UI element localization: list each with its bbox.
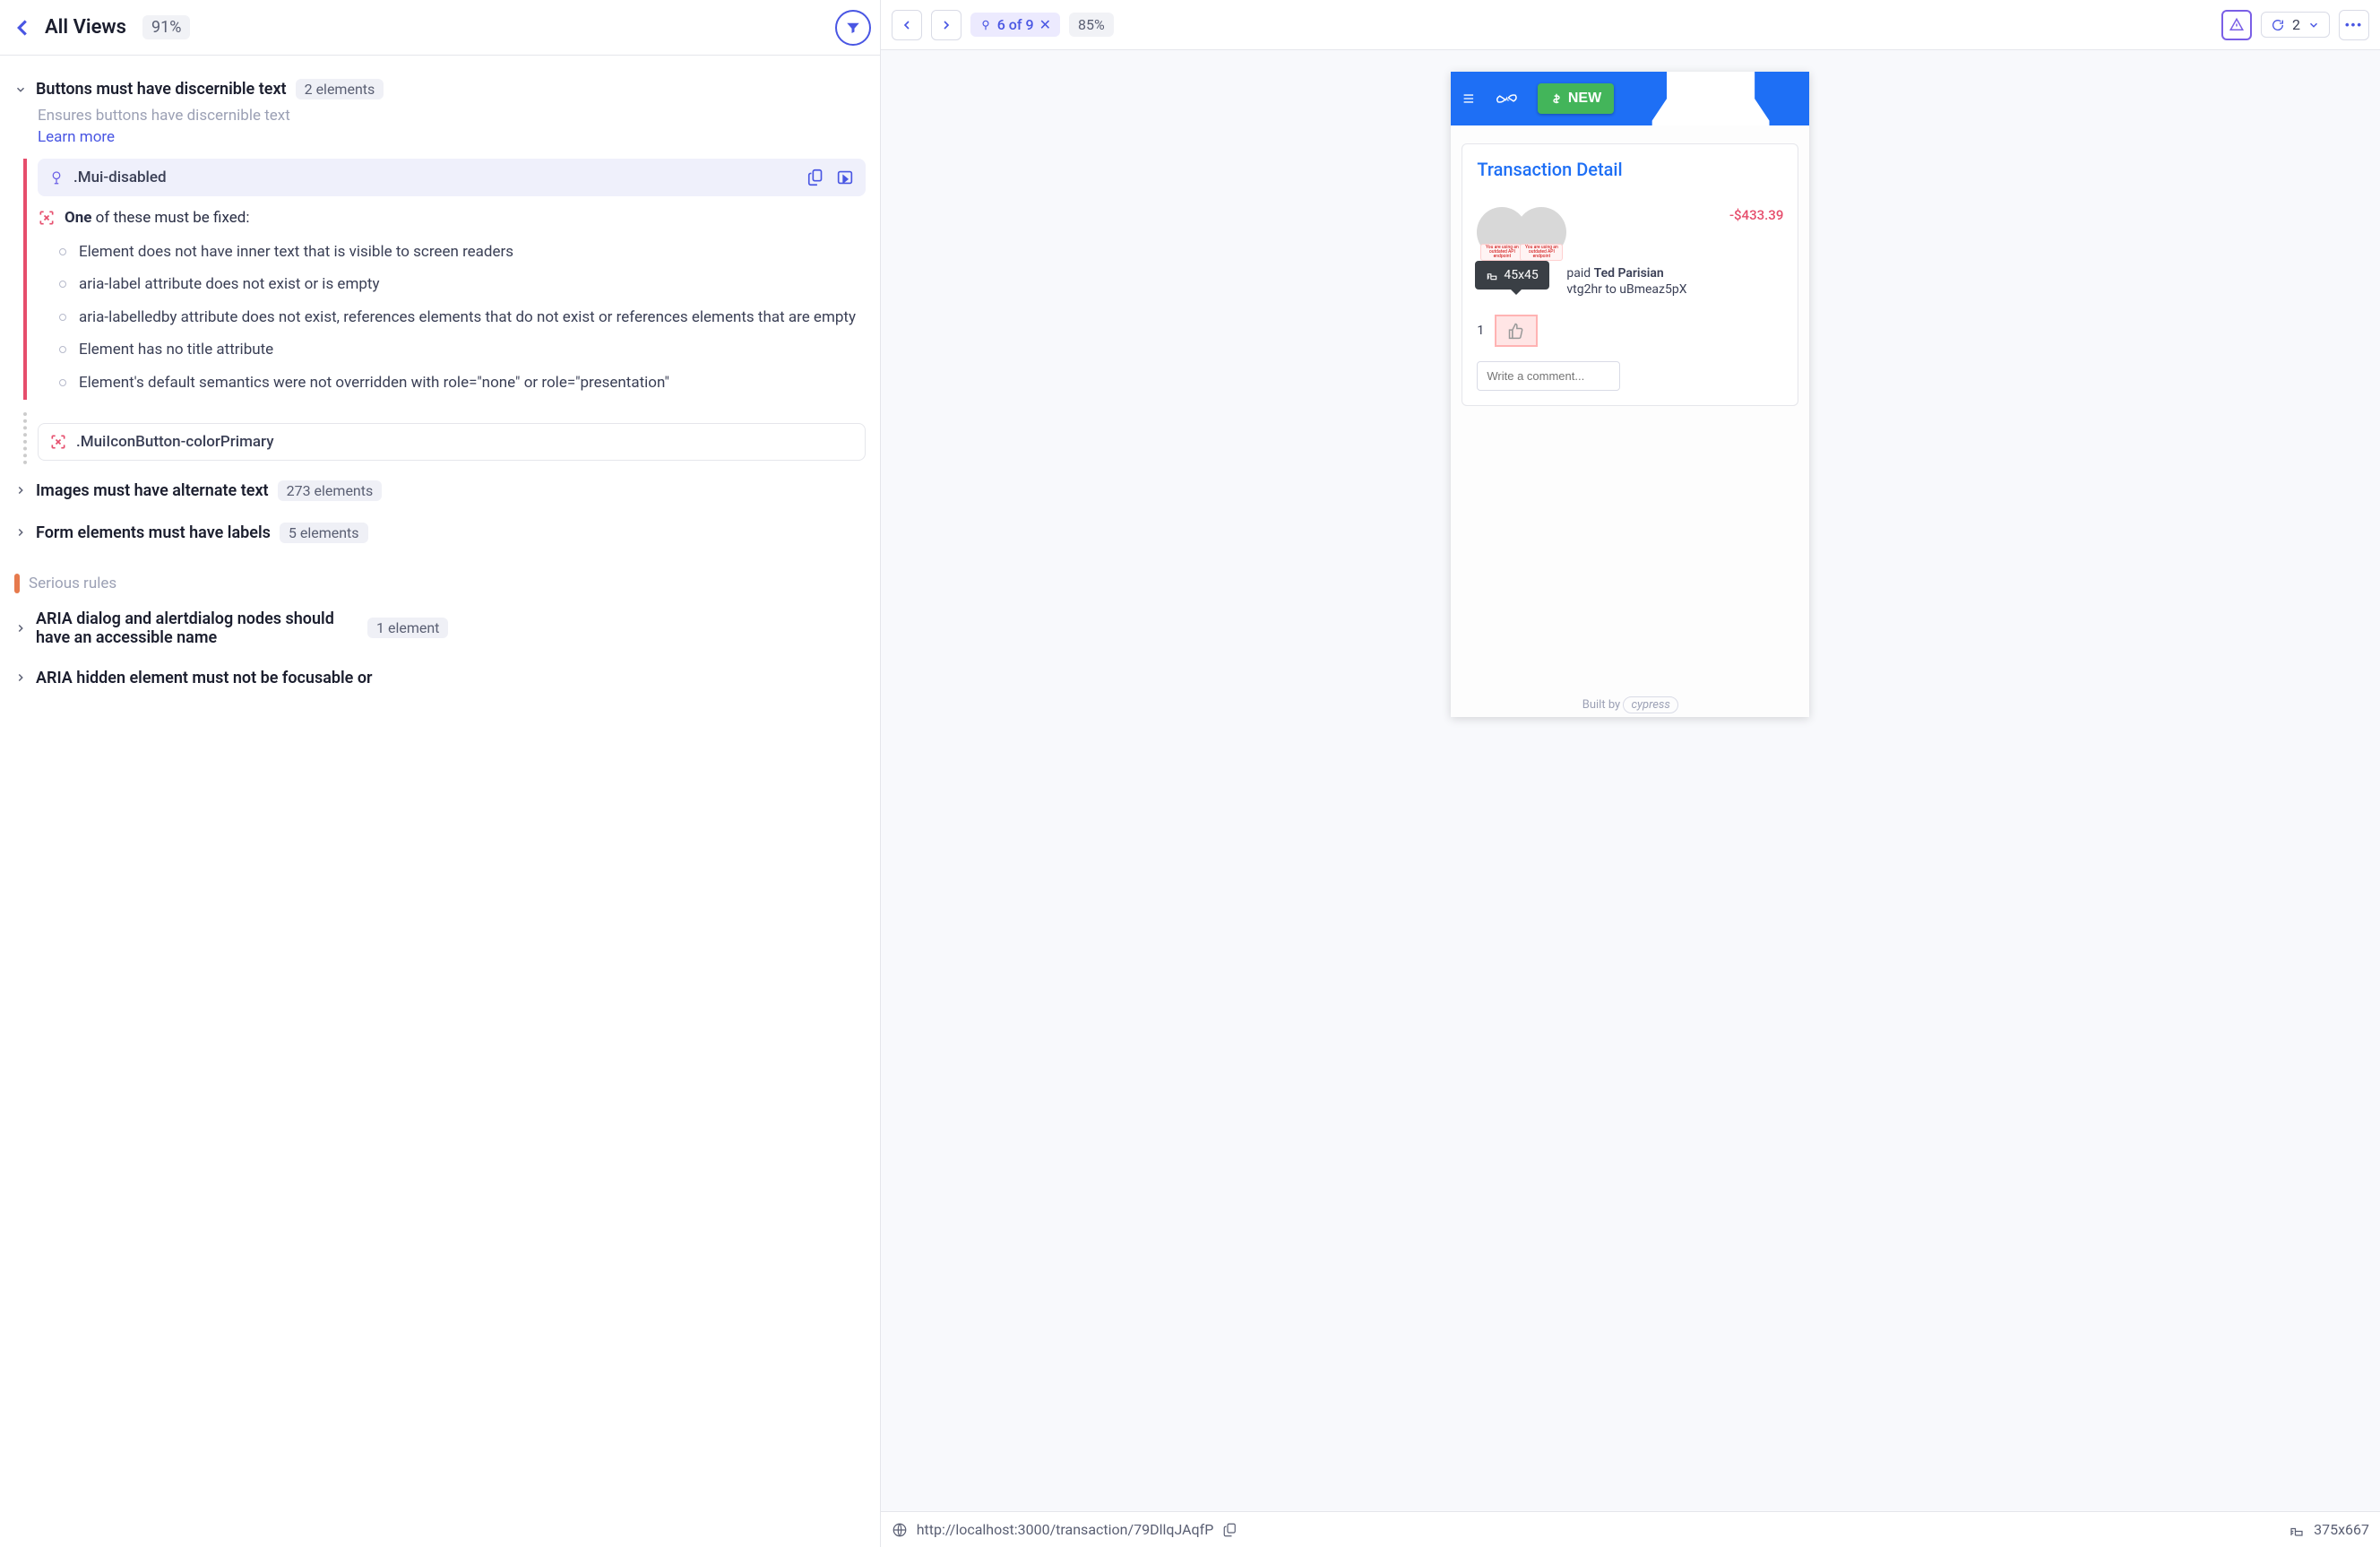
chevron-right-icon: [14, 484, 27, 497]
like-button[interactable]: [1495, 315, 1538, 347]
preview-canvas: NEW 8 Transaction Detail You are using a…: [881, 50, 2380, 1511]
fix-block: One of these must be fixed: Element does…: [38, 209, 866, 400]
app-logo: [1494, 86, 1520, 111]
device-frame: NEW 8 Transaction Detail You are using a…: [1451, 72, 1809, 717]
ruler-icon: [1486, 269, 1498, 281]
transaction-card: Transaction Detail You are using an outd…: [1462, 143, 1798, 406]
chevron-right-icon: [14, 671, 27, 684]
inspect-icon[interactable]: [835, 168, 855, 187]
chevron-down-icon: [14, 83, 27, 96]
more-button[interactable]: •••: [2339, 10, 2369, 40]
violation-block-collapsed: .MuiIconButton-colorPrimary: [23, 412, 866, 464]
rule-toggle[interactable]: ARIA dialog and alertdialog nodes should…: [14, 604, 866, 653]
viewport-dims: 375x667: [2314, 1521, 2369, 1538]
ruler-icon: [2289, 1522, 2305, 1538]
highlight-icon: [979, 19, 992, 31]
rule-count: 5 elements: [280, 523, 368, 543]
learn-more-link[interactable]: Learn more: [38, 128, 115, 146]
rule-desc: Ensures buttons have discernible text: [38, 105, 866, 128]
replay-count: 2: [2292, 16, 2300, 33]
url-text: http://localhost:3000/transaction/79Dllq…: [917, 1521, 1214, 1538]
selector-text: .Mui-disabled: [73, 169, 167, 186]
rule-dialog: ARIA dialog and alertdialog nodes should…: [14, 604, 866, 653]
replay-icon: [2271, 18, 2285, 32]
page-title: All Views: [45, 16, 126, 39]
new-button[interactable]: NEW: [1538, 83, 1614, 114]
rule-title: Buttons must have discernible text: [36, 80, 287, 99]
warning-button[interactable]: [2221, 10, 2252, 40]
fix-item: aria-labelledby attribute does not exist…: [65, 301, 866, 334]
rule-title: ARIA hidden element must not be focusabl…: [36, 669, 373, 687]
pin-text: 6 of 9: [997, 16, 1034, 33]
chevron-right-icon: [14, 526, 27, 539]
fix-list: Element does not have inner text that is…: [65, 236, 866, 400]
fix-item: Element does not have inner text that is…: [65, 236, 866, 269]
rule-toggle[interactable]: Form elements must have labels 5 element…: [14, 517, 866, 549]
selector-row-active[interactable]: .Mui-disabled: [38, 159, 866, 196]
avatar: You are using an outdated API endpoint: [1516, 207, 1566, 257]
nav-prev-button[interactable]: [892, 10, 922, 40]
globe-icon: [892, 1522, 908, 1538]
rule-forms: Form elements must have labels 5 element…: [14, 517, 866, 549]
preview-toolbar: 6 of 9 ✕ 85% 2 •••: [881, 0, 2380, 50]
chevron-right-icon: [14, 622, 27, 635]
rule-toggle[interactable]: Images must have alternate text 273 elem…: [14, 475, 866, 506]
rule-count: 2 elements: [296, 79, 384, 99]
copy-icon[interactable]: [1222, 1522, 1238, 1538]
left-panel: All Views 91% Buttons must have discerni…: [0, 0, 881, 1547]
avatar-pair: You are using an outdated API endpoint Y…: [1477, 207, 1566, 261]
chevron-down-icon: [2307, 19, 2320, 31]
left-header: All Views 91%: [0, 0, 880, 56]
fix-item: Element has no title attribute: [65, 333, 866, 367]
built-by: Built by cypress: [1451, 698, 1809, 712]
rule-buttons: Buttons must have discernible text 2 ele…: [14, 73, 866, 464]
pin-chip[interactable]: 6 of 9 ✕: [970, 13, 1060, 37]
zoom-badge: 85%: [1069, 13, 1114, 37]
rule-title: Form elements must have labels: [36, 523, 271, 542]
rules-list: Buttons must have discernible text 2 ele…: [0, 56, 880, 1547]
size-tooltip: 45x45: [1475, 261, 1548, 290]
app-body: Transaction Detail You are using an outd…: [1451, 125, 1809, 717]
like-count: 1: [1477, 324, 1484, 338]
rule-toggle[interactable]: Buttons must have discernible text 2 ele…: [14, 73, 866, 105]
app-bar: NEW 8: [1451, 72, 1809, 125]
filter-button[interactable]: [835, 10, 871, 46]
back-button[interactable]: [9, 14, 36, 41]
severity-pill: [14, 574, 20, 593]
error-frame-icon: [49, 433, 67, 451]
card-title: Transaction Detail: [1477, 159, 1783, 180]
rule-count: 273 elements: [278, 480, 383, 501]
close-icon[interactable]: ✕: [1039, 16, 1051, 33]
rule-toggle[interactable]: ARIA hidden element must not be focusabl…: [14, 663, 866, 693]
score-badge: 91%: [142, 15, 190, 39]
fix-item: Element's default semantics were not ove…: [65, 367, 866, 400]
status-bar: http://localhost:3000/transaction/79Dllq…: [881, 1511, 2380, 1547]
replay-chip[interactable]: 2: [2261, 12, 2330, 38]
rule-hidden: ARIA hidden element must not be focusabl…: [14, 663, 866, 693]
rule-images: Images must have alternate text 273 elem…: [14, 475, 866, 506]
rule-title: Images must have alternate text: [36, 481, 269, 500]
rule-title: ARIA dialog and alertdialog nodes should…: [36, 609, 358, 647]
error-frame-icon: [38, 209, 56, 227]
right-panel: 6 of 9 ✕ 85% 2 •••: [881, 0, 2380, 1547]
amount: -$433.39: [1729, 207, 1783, 223]
menu-icon[interactable]: [1462, 88, 1476, 109]
rule-count: 1 element: [367, 618, 448, 638]
fix-item: aria-label attribute does not exist or i…: [65, 268, 866, 301]
copy-icon[interactable]: [806, 168, 826, 187]
fix-title: One of these must be fixed:: [65, 209, 249, 227]
nav-next-button[interactable]: [931, 10, 961, 40]
selector-text: .MuiIconButton-colorPrimary: [76, 433, 274, 451]
violation-block: .Mui-disabled One of these must be f: [23, 159, 866, 400]
highlight-icon: [48, 169, 65, 186]
selector-row[interactable]: .MuiIconButton-colorPrimary: [38, 423, 866, 461]
comment-input[interactable]: [1477, 361, 1620, 391]
section-label-text: Serious rules: [29, 575, 116, 592]
dollar-icon: [1550, 92, 1563, 105]
section-serious: Serious rules: [14, 574, 866, 593]
